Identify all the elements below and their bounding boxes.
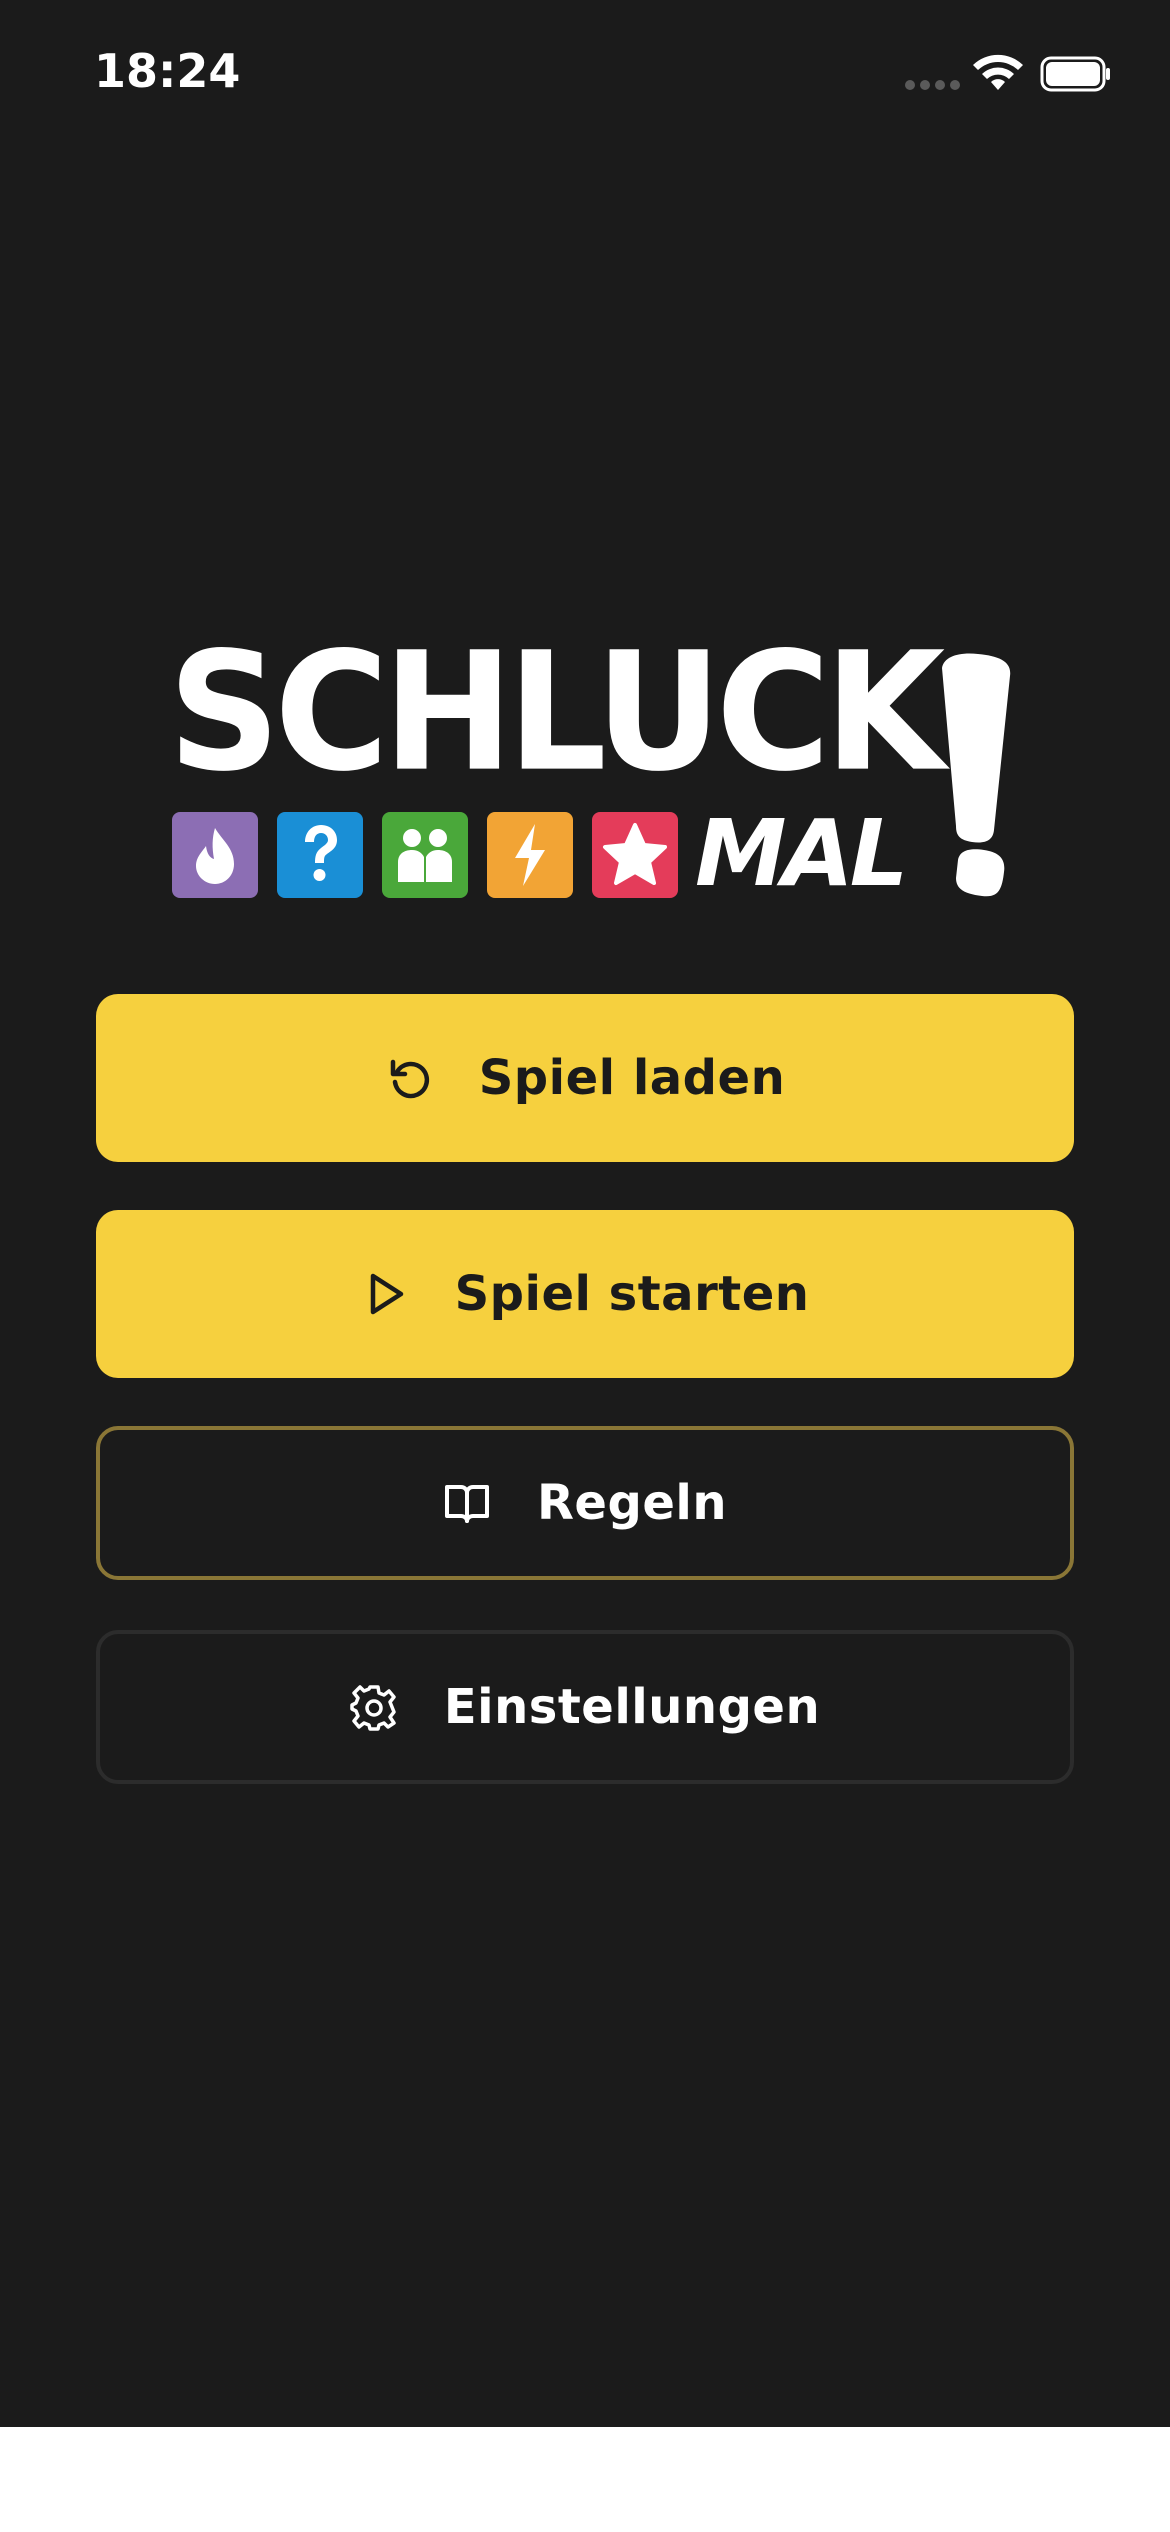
settings-label: Einstellungen — [443, 1679, 821, 1735]
battery-icon — [1040, 56, 1110, 92]
load-game-button[interactable]: Spiel laden — [96, 994, 1074, 1162]
app-logo: SCHLUCK MAL — [160, 630, 1020, 910]
logo-wordmark: SCHLUCK — [168, 616, 945, 808]
home-screen: 18:24 SCHLUCK MAL Spiel laden Spiel star… — [0, 0, 1170, 2427]
gear-icon — [350, 1685, 396, 1731]
people-icon — [382, 812, 468, 898]
logo-mal-text: MAL — [695, 800, 908, 907]
flame-icon — [172, 812, 258, 898]
start-game-label: Spiel starten — [454, 1266, 810, 1322]
cellular-signal-icon — [905, 80, 961, 92]
bottom-safe-area — [0, 2427, 1170, 2532]
question-mark-icon — [277, 812, 363, 898]
logo-exclamation — [942, 653, 1011, 897]
status-time: 18:24 — [94, 44, 241, 98]
reload-icon — [390, 1059, 429, 1099]
star-icon — [592, 812, 678, 898]
play-icon — [370, 1273, 403, 1315]
load-game-label: Spiel laden — [478, 1050, 786, 1106]
rules-label: Regeln — [536, 1475, 728, 1531]
book-icon — [444, 1485, 489, 1523]
start-game-button[interactable]: Spiel starten — [96, 1210, 1074, 1378]
wifi-icon — [973, 54, 1023, 90]
rules-button[interactable]: Regeln — [96, 1426, 1074, 1580]
settings-button[interactable]: Einstellungen — [96, 1630, 1074, 1784]
lightning-icon — [487, 812, 573, 898]
